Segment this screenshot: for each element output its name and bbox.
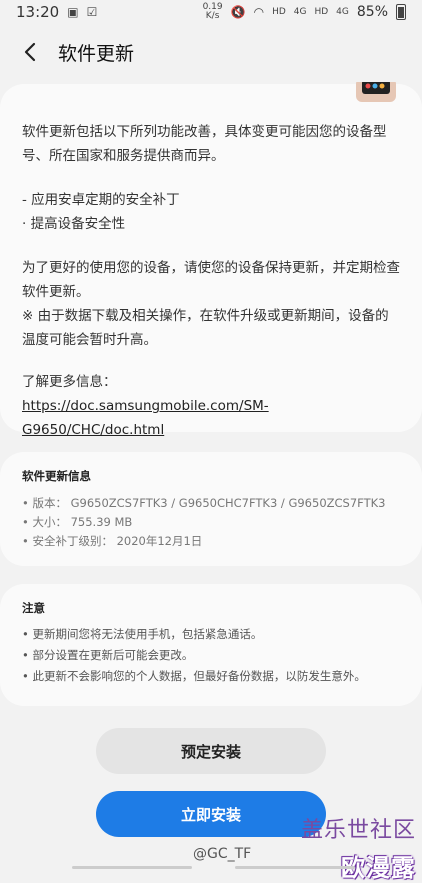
signal-label-2: 4G bbox=[336, 6, 349, 17]
mute-icon: 🔇 bbox=[230, 5, 246, 19]
net-speed: 0.19 K/s bbox=[202, 2, 223, 21]
advice-block: 为了更好的使用您的设备，请使您的设备保持更新，并定期检查软件更新。 ※ 由于数据… bbox=[22, 256, 402, 352]
more-info-block: 了解更多信息： https://doc.samsungmobile.com/SM… bbox=[22, 370, 402, 442]
install-now-button[interactable]: 立即安装 bbox=[96, 791, 326, 837]
status-left: 13:20 ▣ ☑ bbox=[16, 3, 97, 21]
status-time: 13:20 bbox=[16, 3, 60, 21]
bullets-block: - 应用安卓定期的安全补丁 · 提高设备安全性 bbox=[22, 188, 402, 236]
image-icon: ▣ bbox=[67, 5, 79, 19]
watermark: 盖乐世社区 @GC_TF 欧漫露 bbox=[193, 812, 416, 883]
nav-bar-right bbox=[235, 866, 355, 869]
status-bar: 13:20 ▣ ☑ 0.19 K/s 🔇 ◠ HD 4G HD 4G 85% bbox=[0, 0, 422, 24]
hero-image bbox=[326, 78, 416, 112]
intro-text: 软件更新包括以下所列功能改善，具体变更可能因您的设备型号、所在国家和服务提供商而… bbox=[22, 124, 387, 164]
watermark-handle: @GC_TF bbox=[192, 846, 252, 862]
patch-level-line: • 安全补丁级别： 2020年12月1日 bbox=[22, 534, 203, 548]
back-arrow-icon[interactable] bbox=[10, 32, 50, 72]
advice-text: 为了更好的使用您的设备，请使您的设备保持更新，并定期检查软件更新。 bbox=[22, 260, 400, 300]
more-info-label: 了解更多信息： bbox=[22, 374, 117, 390]
warning-text: ※ 由于数据下载及相关操作，在软件升级或更新期间，设备的温度可能会暂时升高。 bbox=[22, 308, 389, 348]
size-line: • 大小： 755.39 MB bbox=[22, 515, 133, 529]
note-item: • 部分设置在更新后可能会更改。 bbox=[22, 648, 194, 662]
update-info-block: 软件更新信息 • 版本： G9650ZCS7FTK3 / G9650CHC7FT… bbox=[22, 468, 402, 551]
intro-block: 软件更新包括以下所列功能改善，具体变更可能因您的设备型号、所在国家和服务提供商而… bbox=[22, 120, 402, 168]
battery-percent: 85% bbox=[356, 4, 388, 20]
wifi-icon: ◠ bbox=[253, 5, 265, 19]
hd-label-1: HD bbox=[272, 6, 286, 17]
nav-bar-left bbox=[72, 866, 192, 869]
version-line: • 版本： G9650ZCS7FTK3 / G9650CHC7FTK3 / G9… bbox=[22, 496, 386, 510]
note-item: • 此更新不会影响您的个人数据，但最好备份数据，以防发生意外。 bbox=[22, 669, 366, 683]
schedule-install-button[interactable]: 预定安装 bbox=[96, 728, 326, 774]
description-card: 软件更新包括以下所列功能改善，具体变更可能因您的设备型号、所在国家和服务提供商而… bbox=[0, 78, 422, 438]
hd-label-2: HD bbox=[314, 6, 329, 17]
page-title: 软件更新 bbox=[58, 42, 135, 65]
notes-block: 注意 • 更新期间您将无法使用手机，包括紧急通话。 • 部分设置在更新后可能会更… bbox=[22, 600, 402, 687]
signal-label-1: 4G bbox=[293, 6, 307, 17]
check-icon: ☑ bbox=[86, 5, 98, 19]
status-right: 0.19 K/s 🔇 ◠ HD 4G HD 4G 85% bbox=[203, 3, 406, 21]
battery-icon bbox=[396, 4, 406, 20]
bullet-item: - 应用安卓定期的安全补丁 bbox=[22, 192, 180, 208]
watermark-community: 盖乐世社区 bbox=[300, 818, 416, 843]
notes-card: 注意 • 更新期间您将无法使用手机，包括紧急通话。 • 部分设置在更新后可能会更… bbox=[0, 584, 422, 706]
update-info-card: 软件更新信息 • 版本： G9650ZCS7FTK3 / G9650CHC7FT… bbox=[0, 452, 422, 566]
bullet-item: · 提高设备安全性 bbox=[22, 216, 126, 232]
app-header: 软件更新 bbox=[0, 30, 422, 74]
more-info-link[interactable]: https://doc.samsungmobile.com/SM-G9650/C… bbox=[22, 394, 402, 442]
note-item: • 更新期间您将无法使用手机，包括紧急通话。 bbox=[22, 627, 263, 641]
update-info-title: 软件更新信息 bbox=[22, 469, 91, 483]
notes-title: 注意 bbox=[22, 601, 45, 615]
